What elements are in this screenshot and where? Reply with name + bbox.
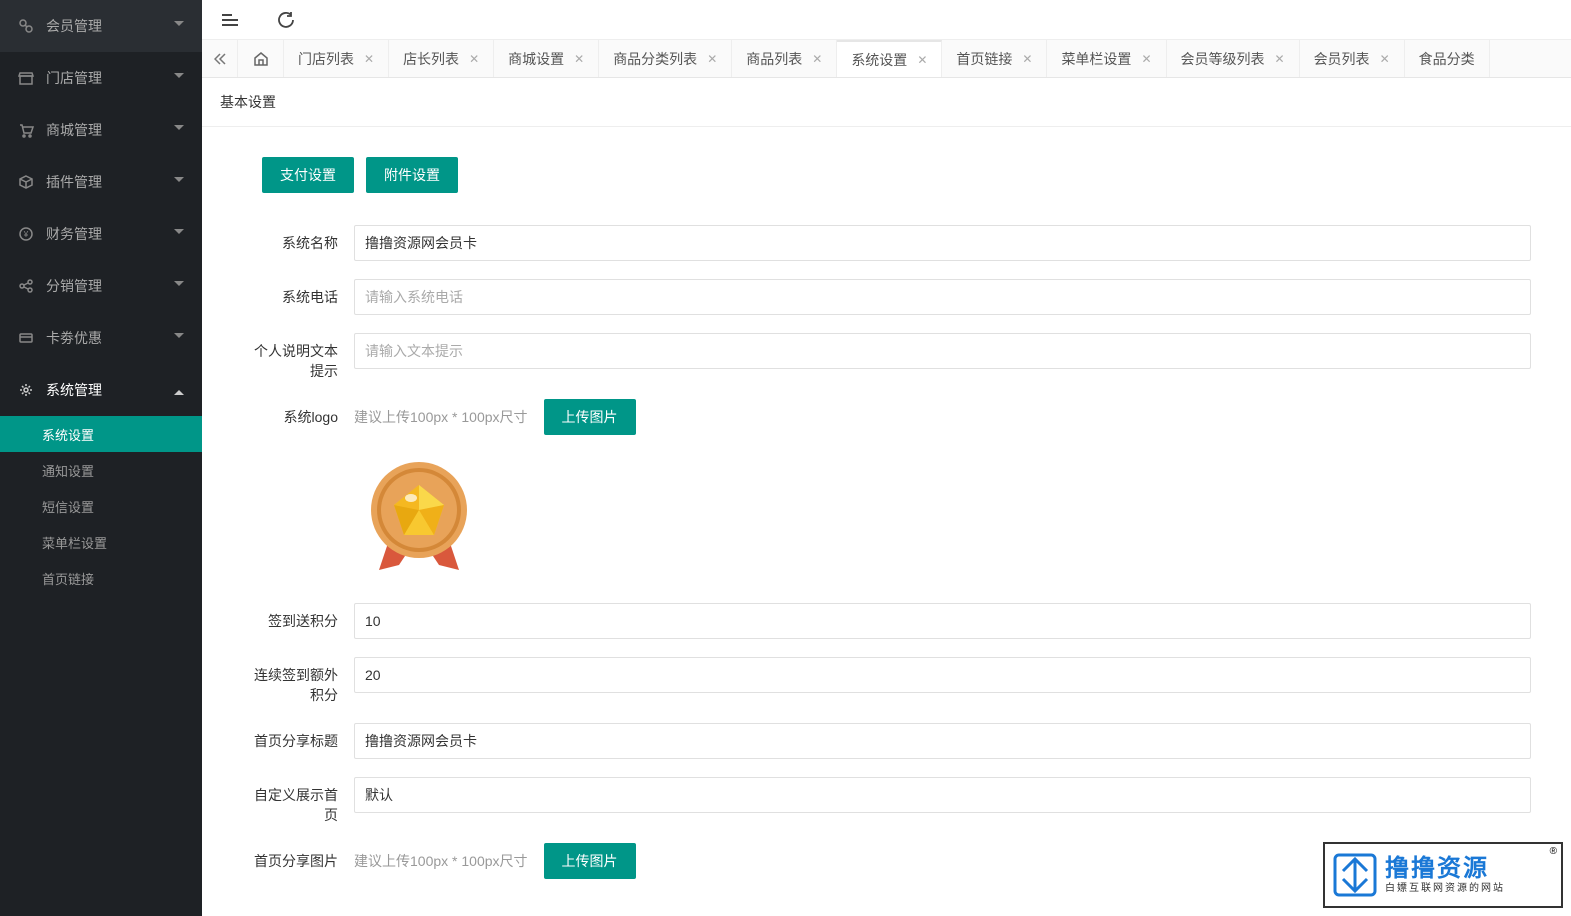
custom-home-input[interactable] bbox=[354, 777, 1531, 813]
sub-system-settings[interactable]: 系统设置 bbox=[0, 416, 202, 452]
nav-system[interactable]: 系统管理 bbox=[0, 364, 202, 416]
nav-label: 分销管理 bbox=[46, 276, 174, 296]
chevron-down-icon bbox=[174, 177, 184, 187]
attach-settings-button[interactable]: 附件设置 bbox=[366, 157, 458, 193]
tab-menu-settings[interactable]: 菜单栏设置✕ bbox=[1047, 40, 1166, 77]
label-personal-note: 个人说明文本提示 bbox=[242, 333, 354, 381]
tab-member-list[interactable]: 会员列表✕ bbox=[1300, 40, 1405, 77]
label-share-title: 首页分享标题 bbox=[242, 723, 354, 751]
nav-member[interactable]: 会员管理 bbox=[0, 0, 202, 52]
nav-label: 插件管理 bbox=[46, 172, 174, 192]
personal-note-input[interactable] bbox=[354, 333, 1531, 369]
sign-points-input[interactable] bbox=[354, 603, 1531, 639]
system-name-input[interactable] bbox=[354, 225, 1531, 261]
nav-plugin[interactable]: 插件管理 bbox=[0, 156, 202, 208]
refresh-button[interactable] bbox=[278, 12, 294, 28]
tab-manager-list[interactable]: 店长列表✕ bbox=[389, 40, 494, 77]
watermark-logo-icon bbox=[1333, 853, 1377, 897]
chevron-down-icon bbox=[174, 333, 184, 343]
tab-member-level[interactable]: 会员等级列表✕ bbox=[1167, 40, 1300, 77]
close-icon[interactable]: ✕ bbox=[469, 52, 479, 66]
label-share-image: 首页分享图片 bbox=[242, 843, 354, 871]
sub-sms-settings[interactable]: 短信设置 bbox=[0, 488, 202, 524]
nav-distribution[interactable]: 分销管理 bbox=[0, 260, 202, 312]
watermark-subtitle: 白嫖互联网资源的网站 bbox=[1385, 883, 1505, 895]
watermark-reg: ® bbox=[1550, 846, 1557, 857]
tab-store-list[interactable]: 门店列表✕ bbox=[284, 40, 389, 77]
nav-label: 卡劵优惠 bbox=[46, 328, 174, 348]
sub-notify-settings[interactable]: 通知设置 bbox=[0, 452, 202, 488]
tab-system-settings[interactable]: 系统设置✕ bbox=[837, 40, 942, 77]
nav-label: 财务管理 bbox=[46, 224, 174, 244]
nav-label: 门店管理 bbox=[46, 68, 174, 88]
share-image-hint: 建议上传100px * 100px尺寸 bbox=[354, 851, 528, 871]
close-icon[interactable]: ✕ bbox=[917, 53, 927, 67]
tab-home[interactable] bbox=[238, 40, 284, 77]
watermark: 撸撸资源 白嫖互联网资源的网站 ® bbox=[1323, 842, 1563, 908]
chevron-up-icon bbox=[174, 385, 184, 395]
tab-home-link[interactable]: 首页链接✕ bbox=[942, 40, 1047, 77]
nav-store[interactable]: 门店管理 bbox=[0, 52, 202, 104]
pay-settings-button[interactable]: 支付设置 bbox=[262, 157, 354, 193]
collapse-sidebar-button[interactable] bbox=[222, 14, 238, 26]
label-custom-home: 自定义展示首页 bbox=[242, 777, 354, 825]
topbar bbox=[202, 0, 1571, 40]
close-icon[interactable]: ✕ bbox=[574, 52, 584, 66]
close-icon[interactable]: ✕ bbox=[1275, 52, 1285, 66]
chevron-down-icon bbox=[174, 281, 184, 291]
share-title-input[interactable] bbox=[354, 723, 1531, 759]
tabs-scroll-left[interactable] bbox=[202, 40, 238, 77]
extra-points-input[interactable] bbox=[354, 657, 1531, 693]
close-icon[interactable]: ✕ bbox=[1380, 52, 1390, 66]
coin-icon: ¥ bbox=[18, 226, 34, 242]
upload-share-image-button[interactable]: 上传图片 bbox=[544, 843, 636, 879]
close-icon[interactable]: ✕ bbox=[812, 52, 822, 66]
close-icon[interactable]: ✕ bbox=[1141, 52, 1151, 66]
nav-coupon[interactable]: 卡劵优惠 bbox=[0, 312, 202, 364]
sidebar: 会员管理 门店管理 商城管理 插件管理 ¥ 财务管理 分销管理 bbox=[0, 0, 202, 916]
cube-icon bbox=[18, 174, 34, 190]
gear-icon bbox=[18, 382, 34, 398]
content: 基本设置 支付设置 附件设置 系统名称 系统电话 个人说明文本提示 bbox=[202, 78, 1571, 916]
logo-hint: 建议上传100px * 100px尺寸 bbox=[354, 407, 528, 427]
sub-menu-settings[interactable]: 菜单栏设置 bbox=[0, 524, 202, 560]
tabstrip: 门店列表✕ 店长列表✕ 商城设置✕ 商品分类列表✕ 商品列表✕ 系统设置✕ 首页… bbox=[202, 40, 1571, 78]
main: 门店列表✕ 店长列表✕ 商城设置✕ 商品分类列表✕ 商品列表✕ 系统设置✕ 首页… bbox=[202, 0, 1571, 916]
link-icon bbox=[18, 18, 34, 34]
label-system-phone: 系统电话 bbox=[242, 279, 354, 307]
tab-product-list[interactable]: 商品列表✕ bbox=[732, 40, 837, 77]
sub-home-link[interactable]: 首页链接 bbox=[0, 560, 202, 596]
label-sign-points: 签到送积分 bbox=[242, 603, 354, 631]
share-icon bbox=[18, 278, 34, 294]
close-icon[interactable]: ✕ bbox=[707, 52, 717, 66]
close-icon[interactable]: ✕ bbox=[1022, 52, 1032, 66]
close-icon[interactable]: ✕ bbox=[364, 52, 374, 66]
upload-logo-button[interactable]: 上传图片 bbox=[544, 399, 636, 435]
system-phone-input[interactable] bbox=[354, 279, 1531, 315]
svg-text:¥: ¥ bbox=[23, 230, 29, 239]
store-icon bbox=[18, 70, 34, 86]
chevron-down-icon bbox=[174, 229, 184, 239]
chevron-down-icon bbox=[174, 125, 184, 135]
nav-label: 系统管理 bbox=[46, 380, 174, 400]
nav-finance[interactable]: ¥ 财务管理 bbox=[0, 208, 202, 260]
cart-icon bbox=[18, 122, 34, 138]
label-system-name: 系统名称 bbox=[242, 225, 354, 253]
chevron-down-icon bbox=[174, 73, 184, 83]
tab-mall-settings[interactable]: 商城设置✕ bbox=[494, 40, 599, 77]
nav-label: 商城管理 bbox=[46, 120, 174, 140]
label-extra-points: 连续签到额外积分 bbox=[242, 657, 354, 705]
nav-label: 会员管理 bbox=[46, 16, 174, 36]
tab-food-cat[interactable]: 食品分类 bbox=[1405, 40, 1490, 77]
nav-mall[interactable]: 商城管理 bbox=[0, 104, 202, 156]
logo-preview bbox=[354, 445, 484, 585]
label-system-logo: 系统logo bbox=[242, 399, 354, 427]
chevron-down-icon bbox=[174, 21, 184, 31]
watermark-brand: 撸撸资源 bbox=[1385, 855, 1505, 884]
tab-product-cat[interactable]: 商品分类列表✕ bbox=[599, 40, 732, 77]
card-title: 基本设置 bbox=[202, 78, 1571, 127]
card-icon bbox=[18, 330, 34, 346]
